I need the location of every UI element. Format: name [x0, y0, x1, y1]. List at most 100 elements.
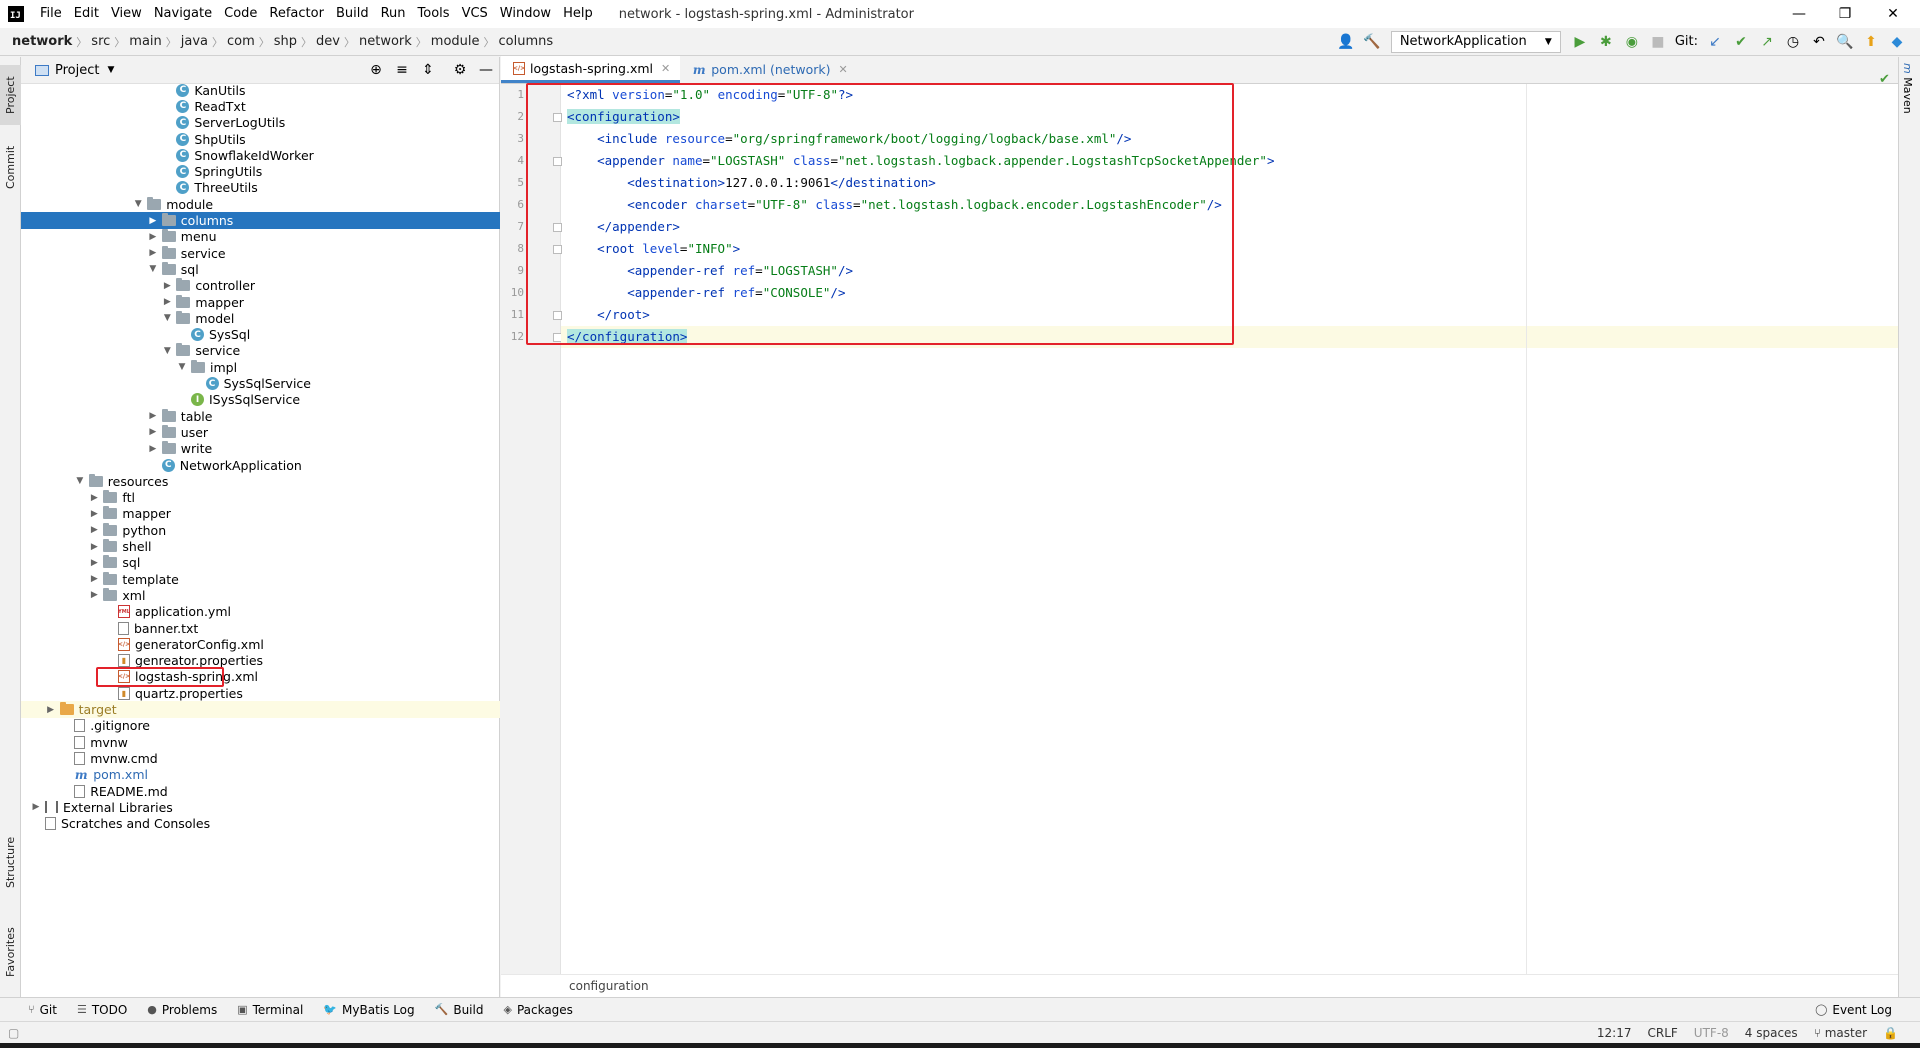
- user-icon[interactable]: 👤: [1335, 31, 1357, 53]
- status-icon[interactable]: ▢: [0, 1026, 27, 1040]
- breadcrumb-item[interactable]: src: [87, 34, 114, 49]
- chevron-right-icon[interactable]: ▶: [29, 802, 43, 812]
- tree-item[interactable]: ▶ controller: [21, 278, 500, 294]
- chevron-right-icon[interactable]: ▶: [87, 574, 101, 584]
- expand-all-icon[interactable]: ≡: [391, 59, 413, 81]
- tree-item[interactable]: mvnw.cmd: [21, 750, 500, 766]
- tool-tab-packages[interactable]: ◈ Packages: [493, 1003, 582, 1017]
- indent-setting[interactable]: 4 spaces: [1737, 1026, 1806, 1040]
- tree-item[interactable]: ▮ quartz.properties: [21, 685, 500, 701]
- breadcrumb-item[interactable]: module: [427, 34, 484, 49]
- rollback-icon[interactable]: ↶: [1808, 31, 1830, 53]
- tool-tab-git[interactable]: ⑂ Git: [18, 1003, 67, 1017]
- tab-pom-xml[interactable]: m pom.xml (network) ✕: [680, 56, 858, 83]
- chevron-right-icon[interactable]: ▶: [160, 281, 174, 291]
- tree-item[interactable]: C SpringUtils: [21, 164, 500, 180]
- update-icon[interactable]: ⬆: [1860, 31, 1882, 53]
- tree-item[interactable]: C SysSqlService: [21, 375, 500, 391]
- tree-item[interactable]: ▼ impl: [21, 359, 500, 375]
- gear-icon[interactable]: ⚙: [449, 59, 471, 81]
- breadcrumb-item[interactable]: com: [223, 34, 259, 49]
- menu-run[interactable]: Run: [375, 0, 412, 28]
- editor-breadcrumb-item[interactable]: configuration: [569, 979, 649, 993]
- tree-item[interactable]: .gitignore: [21, 718, 500, 734]
- tree-item[interactable]: ▼ model: [21, 310, 500, 326]
- tree-item[interactable]: ▶ sql: [21, 555, 500, 571]
- breadcrumb-item[interactable]: network: [0, 34, 76, 49]
- tree-item[interactable]: ▶ mapper: [21, 294, 500, 310]
- tree-item[interactable]: </> generatorConfig.xml: [21, 636, 500, 652]
- tree-item[interactable]: ▶ template: [21, 571, 500, 587]
- git-update-icon[interactable]: ↙: [1704, 31, 1726, 53]
- menu-navigate[interactable]: Navigate: [148, 0, 218, 28]
- project-tool-tab[interactable]: Project: [0, 65, 21, 125]
- breadcrumb-item[interactable]: dev: [312, 34, 344, 49]
- tree-item[interactable]: ▶ External Libraries: [21, 799, 500, 815]
- menu-build[interactable]: Build: [330, 0, 375, 28]
- tree-item[interactable]: Scratches and Consoles: [21, 816, 500, 832]
- favorites-tool-tab[interactable]: Favorites: [0, 917, 21, 987]
- tree-item[interactable]: banner.txt: [21, 620, 500, 636]
- structure-tool-tab[interactable]: Structure: [0, 827, 21, 897]
- breadcrumb-item[interactable]: network: [355, 34, 416, 49]
- commit-tool-tab[interactable]: Commit: [0, 137, 21, 197]
- tree-item[interactable]: C ReadTxt: [21, 98, 500, 114]
- tool-tab-build[interactable]: 🔨 Build: [425, 1003, 494, 1017]
- tree-item[interactable]: C SysSql: [21, 327, 500, 343]
- hide-panel-icon[interactable]: —: [475, 59, 497, 81]
- tree-item[interactable]: ▼ sql: [21, 261, 500, 277]
- git-push-icon[interactable]: ↗: [1756, 31, 1778, 53]
- build-hammer-icon[interactable]: 🔨: [1361, 31, 1383, 53]
- lock-icon[interactable]: 🔒: [1875, 1026, 1906, 1040]
- tree-item[interactable]: ▼ service: [21, 343, 500, 359]
- debug-icon[interactable]: ✱: [1595, 31, 1617, 53]
- tool-tab-mybatis-log[interactable]: 🐦 MyBatis Log: [313, 1003, 424, 1017]
- plugin-icon[interactable]: ◆: [1886, 31, 1908, 53]
- tree-item[interactable]: ▶ table: [21, 408, 500, 424]
- menu-file[interactable]: File: [34, 0, 68, 28]
- close-icon[interactable]: ✕: [661, 62, 670, 75]
- tree-item[interactable]: I ISysSqlService: [21, 392, 500, 408]
- collapse-all-icon[interactable]: ⇕: [417, 59, 439, 81]
- locate-icon[interactable]: ⊕: [365, 59, 387, 81]
- tree-item[interactable]: m pom.xml: [21, 767, 500, 783]
- menu-tools[interactable]: Tools: [412, 0, 456, 28]
- breadcrumb-item[interactable]: java: [177, 34, 212, 49]
- code-editor[interactable]: 1 2 3 4 5 6 7 8 9 10 11 12 <?xml version="1.0" enco…: [501, 72, 1898, 974]
- tab-logstash-spring-xml[interactable]: </> logstash-spring.xml ✕: [501, 56, 681, 83]
- tool-tab-problems[interactable]: ● Problems: [137, 1003, 227, 1017]
- tree-item[interactable]: C ThreeUtils: [21, 180, 500, 196]
- chevron-down-icon[interactable]: ▼: [131, 199, 145, 209]
- chevron-right-icon[interactable]: ▶: [87, 558, 101, 568]
- chevron-down-icon[interactable]: ▼: [175, 362, 189, 372]
- chevron-right-icon[interactable]: ▶: [146, 216, 160, 226]
- maven-tool-tab[interactable]: m Maven: [1901, 63, 1914, 114]
- tree-item[interactable]: C ShpUtils: [21, 131, 500, 147]
- coverage-icon[interactable]: ◉: [1621, 31, 1643, 53]
- tree-item[interactable]: ▶ ftl: [21, 490, 500, 506]
- search-icon[interactable]: 🔍: [1834, 31, 1856, 53]
- chevron-right-icon[interactable]: ▶: [146, 411, 160, 421]
- menu-code[interactable]: Code: [218, 0, 263, 28]
- chevron-right-icon[interactable]: ▶: [44, 705, 58, 715]
- tree-item[interactable]: C KanUtils: [21, 84, 500, 98]
- tree-item[interactable]: ▼ resources: [21, 473, 500, 489]
- tree-item[interactable]: C ServerLogUtils: [21, 115, 500, 131]
- file-encoding[interactable]: UTF-8: [1686, 1026, 1737, 1040]
- chevron-down-icon[interactable]: ▼: [146, 264, 160, 274]
- chevron-down-icon[interactable]: ▼: [160, 313, 174, 323]
- breadcrumb-item[interactable]: main: [125, 34, 165, 49]
- chevron-down-icon[interactable]: ▼: [107, 65, 114, 75]
- menu-window[interactable]: Window: [494, 0, 557, 28]
- tree-item[interactable]: ▶ xml: [21, 587, 500, 603]
- tree-item[interactable]: C SnowflakeIdWorker: [21, 147, 500, 163]
- close-window-button[interactable]: ✕: [1870, 0, 1916, 28]
- menu-help[interactable]: Help: [557, 0, 599, 28]
- chevron-right-icon[interactable]: ▶: [160, 297, 174, 307]
- tree-item[interactable]: ▶ mapper: [21, 506, 500, 522]
- chevron-right-icon[interactable]: ▶: [146, 248, 160, 258]
- tree-item[interactable]: ▶ service: [21, 245, 500, 261]
- chevron-right-icon[interactable]: ▶: [87, 590, 101, 600]
- tree-item[interactable]: README.md: [21, 783, 500, 799]
- chevron-right-icon[interactable]: ▶: [146, 232, 160, 242]
